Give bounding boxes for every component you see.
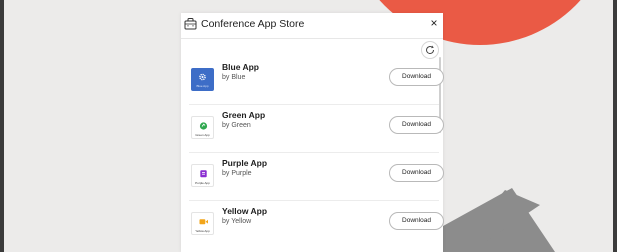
download-button-green[interactable]: Download (389, 116, 444, 134)
app-icon-yellow: Yellow App (191, 212, 214, 235)
app-icon-caption: Purple App (195, 181, 210, 185)
app-row-blue: Blue App Blue App by Blue Download (189, 57, 444, 105)
app-row-green: Green App Green App by Green Download (189, 105, 444, 153)
app-icon-purple: Purple App (191, 164, 214, 187)
close-icon: × (430, 16, 438, 30)
app-row-yellow: Yellow App Yellow App by Yellow Download (189, 201, 444, 248)
app-name: Blue App (222, 62, 259, 72)
app-list: Blue App Blue App by Blue Download Green… (189, 57, 444, 248)
app-name: Green App (222, 110, 266, 120)
app-name: Purple App (222, 158, 268, 168)
app-author: by Green (222, 122, 251, 129)
window-frame-left (0, 0, 4, 252)
window-frame-right (613, 0, 617, 252)
download-button-purple[interactable]: Download (389, 164, 444, 182)
app-icon-caption: Green App (195, 133, 210, 137)
close-button[interactable]: × (428, 16, 440, 30)
dialog-header: Conference App Store × (181, 13, 443, 38)
app-author: by Purple (222, 170, 252, 177)
dialog-title: Conference App Store (201, 18, 305, 30)
app-author: by Blue (222, 74, 246, 81)
app-icon-green: Green App (191, 116, 214, 139)
download-button-yellow[interactable]: Download (389, 212, 444, 230)
app-row-purple: Purple App Purple App by Purple Download (189, 153, 444, 201)
app-icon-blue: Blue App (191, 68, 214, 91)
download-button-blue[interactable]: Download (389, 68, 444, 86)
app-store-dialog: Conference App Store × Blue App Blue App… (181, 13, 444, 252)
header-divider (181, 38, 443, 39)
store-icon (184, 17, 197, 30)
refresh-icon (426, 45, 435, 55)
app-icon-caption: Yellow App (195, 229, 210, 233)
app-icon-caption: Blue App (196, 84, 209, 88)
app-name: Yellow App (222, 206, 268, 216)
app-author: by Yellow (222, 218, 252, 225)
